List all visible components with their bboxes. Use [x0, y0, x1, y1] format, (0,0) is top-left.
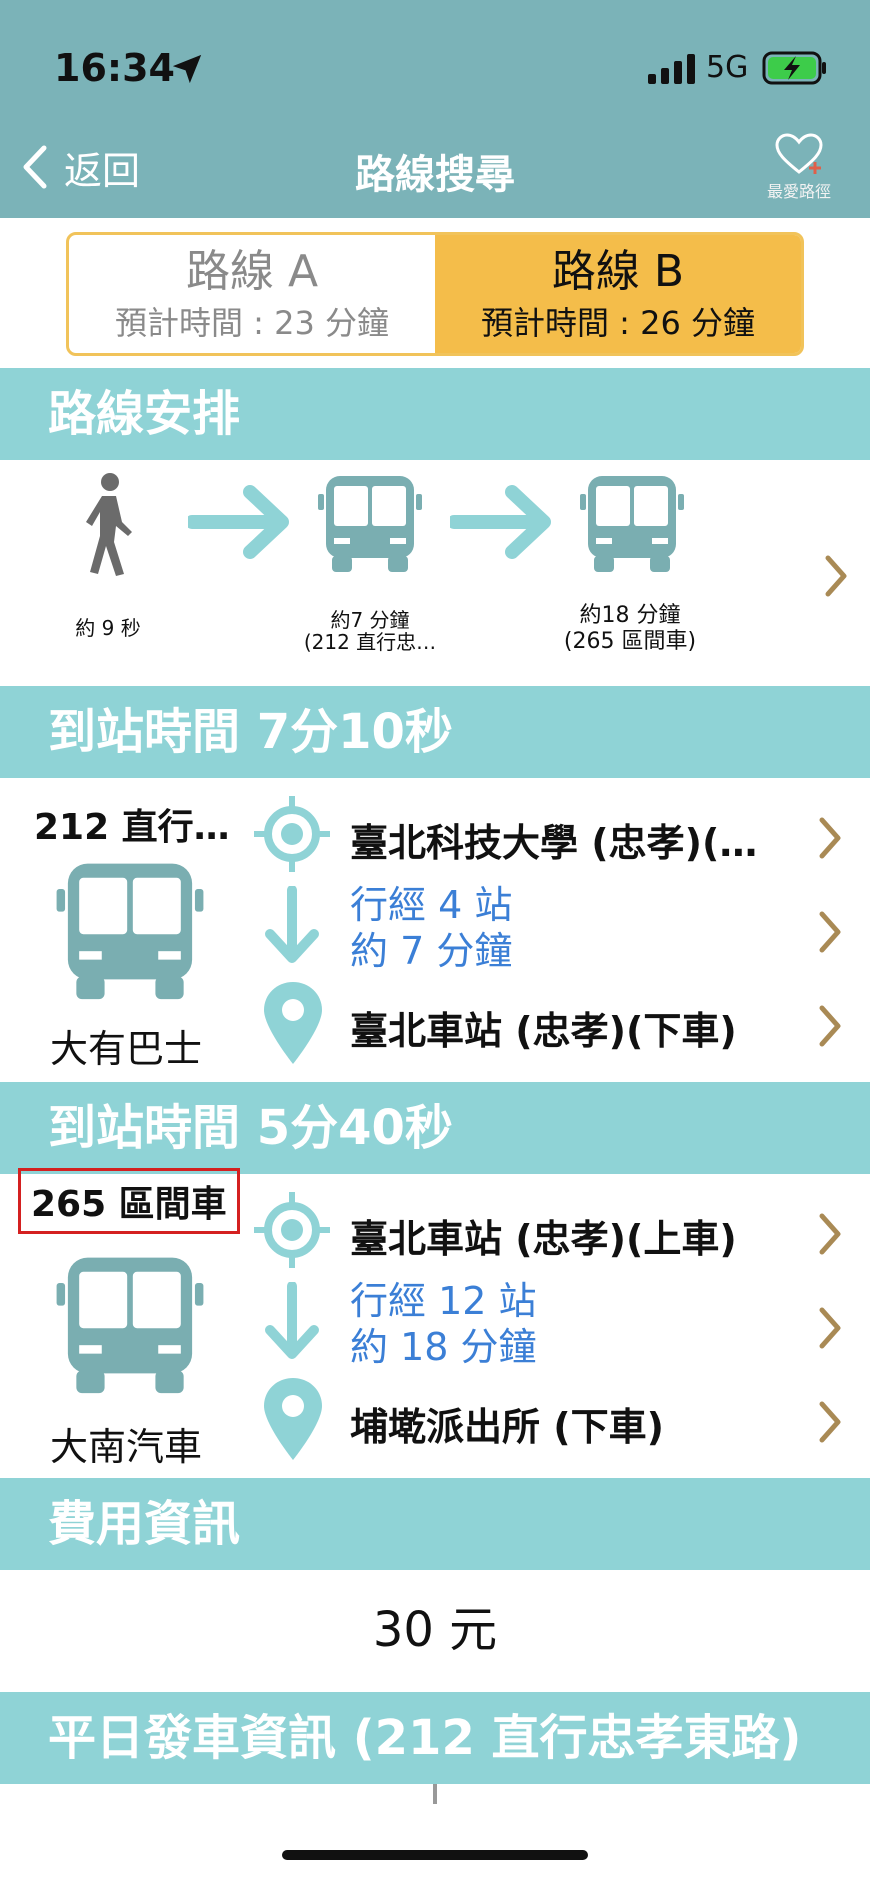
- bus-icon: [318, 476, 422, 572]
- chevron-right-icon[interactable]: [816, 1400, 844, 1444]
- chevron-right-icon[interactable]: [816, 1306, 844, 1350]
- chevron-right-icon[interactable]: [816, 816, 844, 860]
- arrival-time-header: 到站時間 5分40秒: [0, 1082, 870, 1174]
- plan-step-label: 約 9 秒: [75, 616, 141, 640]
- bus-icon: [580, 476, 684, 572]
- route-tab-a[interactable]: 路線 A 預計時間 : 23 分鐘: [69, 235, 435, 353]
- bus-icon: [56, 1257, 204, 1394]
- chevron-right-icon[interactable]: [816, 910, 844, 954]
- route-tab-name: 路線 B: [551, 246, 685, 297]
- arrow-right-icon: [450, 485, 551, 559]
- route-plan-header: 路線安排: [0, 368, 870, 460]
- walk-icon: [86, 473, 132, 576]
- plan-step-label: 約18 分鐘: [579, 603, 681, 628]
- network-type: 5G: [706, 50, 749, 85]
- chevron-right-icon[interactable]: [822, 554, 850, 598]
- route-tab-name: 路線 A: [185, 246, 319, 297]
- fare-amount: 30 元: [372, 1602, 498, 1658]
- chevron-right-icon[interactable]: [816, 1004, 844, 1048]
- alighting-stop-name[interactable]: 埔墘派出所 (下車): [350, 1396, 770, 1451]
- bus-operator: 大有巴士: [50, 1027, 203, 1071]
- battery-charging-icon: [762, 51, 826, 85]
- arrival-time-header: 到站時間 7分10秒: [0, 686, 870, 778]
- arrow-down-icon: [265, 886, 319, 963]
- app-header: 16:34 5G 返回 路線搜尋 最愛路徑: [0, 0, 870, 218]
- location-arrow-icon: [172, 54, 202, 84]
- arrow-down-icon: [265, 1282, 319, 1359]
- arrow-right-icon: [188, 485, 289, 559]
- bus-operator: 大南汽車: [50, 1425, 203, 1469]
- alighting-stop-name[interactable]: 臺北車站 (忠孝)(下車): [350, 1000, 770, 1055]
- bus-icon: [56, 863, 204, 1000]
- via-travel-time: 約 7 分鐘: [350, 929, 513, 973]
- favorite-label: 最愛路徑: [766, 182, 831, 201]
- plan-step-sublabel: (212 直行忠…: [303, 630, 437, 654]
- boarding-stop-name[interactable]: 臺北車站 (忠孝)(上車): [350, 1208, 770, 1263]
- timeline-tick: [433, 1784, 437, 1804]
- page-title: 路線搜尋: [355, 152, 515, 198]
- plan-step-label: 約7 分鐘: [330, 608, 410, 632]
- bus-route-name: 212 直行…: [34, 807, 230, 848]
- route-tab-time: 預計時間 : 23 分鐘: [114, 304, 390, 342]
- heart-add-icon: [775, 133, 823, 174]
- via-stops-count: 行經 4 站: [350, 883, 513, 927]
- map-pin-icon: [264, 1378, 322, 1460]
- weekday-schedule-header: 平日發車資訊 (212 直行忠孝東路): [0, 1692, 870, 1784]
- via-stops-count: 行經 12 站: [350, 1279, 537, 1323]
- status-time: 16:34: [54, 46, 175, 90]
- map-pin-icon: [264, 982, 322, 1064]
- bus-route-name: 265 區間車: [18, 1168, 240, 1234]
- via-travel-time: 約 18 分鐘: [350, 1325, 537, 1369]
- plan-step-sublabel: (265 區間車): [563, 629, 697, 654]
- route-tab-b[interactable]: 路線 B 預計時間 : 26 分鐘: [435, 235, 801, 353]
- boarding-stop-icon: [254, 796, 330, 872]
- boarding-stop-icon: [254, 1192, 330, 1268]
- route-tabs: 路線 A 預計時間 : 23 分鐘 路線 B 預計時間 : 26 分鐘: [66, 232, 804, 356]
- fare-info-header: 費用資訊: [0, 1478, 870, 1570]
- home-indicator[interactable]: [282, 1850, 588, 1860]
- route-tab-time: 預計時間 : 26 分鐘: [480, 304, 756, 342]
- cellular-signal-icon: [648, 54, 695, 84]
- favorite-route-button[interactable]: 最愛路徑: [762, 132, 836, 206]
- boarding-stop-name[interactable]: 臺北科技大學 (忠孝)(…: [350, 812, 770, 867]
- chevron-right-icon[interactable]: [816, 1212, 844, 1256]
